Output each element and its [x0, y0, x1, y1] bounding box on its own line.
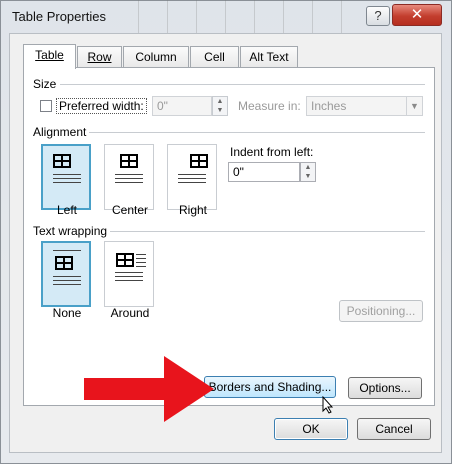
align-left-option[interactable]: [41, 144, 91, 210]
text-lines-icon: [178, 174, 206, 186]
align-left-label: Left: [56, 203, 77, 217]
text-lines-icon: [115, 272, 143, 284]
size-divider: [60, 84, 425, 85]
preferred-width-label: Preferred width:: [56, 98, 147, 114]
tab-cell[interactable]: Cell: [190, 46, 239, 68]
tab-table[interactable]: Table: [23, 44, 76, 69]
options-button[interactable]: Options...: [348, 377, 422, 399]
tab-column[interactable]: Column: [123, 46, 189, 68]
indent-from-left-label: Indent from left:: [230, 145, 314, 159]
spin-up-icon[interactable]: ▲: [301, 163, 315, 172]
preferred-width-field[interactable]: 0": [152, 96, 212, 116]
help-button[interactable]: ?: [366, 6, 390, 26]
positioning-button[interactable]: Positioning...: [339, 300, 423, 322]
text-lines-icon: [53, 276, 81, 288]
spin-down-icon[interactable]: ▼: [301, 172, 315, 181]
table-grid-icon: [120, 154, 138, 168]
spin-up-icon[interactable]: ▲: [213, 97, 227, 106]
preferred-width-checkbox[interactable]: [40, 100, 52, 112]
wrap-none-option[interactable]: [41, 241, 91, 307]
table-grid-icon: [53, 154, 71, 168]
ok-button[interactable]: OK: [274, 418, 348, 440]
text-lines-icon: [53, 174, 81, 186]
indent-spinner[interactable]: ▲ ▼: [300, 162, 316, 182]
text-lines-icon: [53, 250, 81, 254]
dialog-title: Table Properties: [12, 9, 106, 24]
wrap-around-label: Around: [110, 306, 150, 320]
table-grid-icon: [190, 154, 208, 168]
mouse-cursor-icon: [322, 396, 334, 414]
tab-row-label: Row: [87, 50, 112, 64]
wrap-around-option[interactable]: [104, 241, 154, 307]
tab-column-label: Column: [135, 50, 177, 64]
tab-table-label: Table: [35, 48, 64, 62]
tab-alt-text[interactable]: Alt Text: [240, 46, 298, 68]
red-annotation-arrow-icon: [84, 356, 214, 422]
cancel-button[interactable]: Cancel: [357, 418, 431, 440]
alignment-section-label: Alignment: [33, 125, 87, 139]
text-wrapping-divider: [110, 231, 425, 232]
size-section-label: Size: [33, 77, 57, 91]
align-center-option[interactable]: [104, 144, 154, 210]
tab-cell-label: Cell: [204, 50, 225, 64]
close-button[interactable]: ✕: [392, 4, 442, 26]
text-lines-icon: [136, 254, 146, 270]
table-grid-icon: [55, 256, 73, 270]
tab-row[interactable]: Row: [77, 46, 122, 68]
measure-in-label: Measure in:: [238, 99, 301, 113]
tab-alt-text-label: Alt Text: [249, 50, 289, 64]
text-lines-icon: [115, 174, 143, 186]
table-grid-icon: [116, 253, 134, 267]
borders-and-shading-button[interactable]: Borders and Shading...: [204, 376, 336, 398]
borders-and-shading-label: Borders and Shading...: [208, 380, 332, 394]
text-wrapping-section-label: Text wrapping: [33, 224, 108, 238]
align-right-label: Right: [178, 203, 207, 217]
wrap-none-label: None: [52, 306, 82, 320]
measure-in-select[interactable]: Inches ▼: [306, 96, 423, 116]
align-right-option[interactable]: [167, 144, 217, 210]
measure-in-value: Inches: [311, 99, 347, 113]
alignment-divider: [89, 132, 425, 133]
indent-from-left-field[interactable]: 0": [228, 162, 300, 182]
preferred-width-spinner[interactable]: ▲ ▼: [212, 96, 228, 116]
background-document: [110, 0, 370, 36]
spin-down-icon[interactable]: ▼: [213, 106, 227, 115]
align-center-label: Center: [111, 203, 149, 217]
dropdown-arrow-icon[interactable]: ▼: [406, 97, 422, 115]
